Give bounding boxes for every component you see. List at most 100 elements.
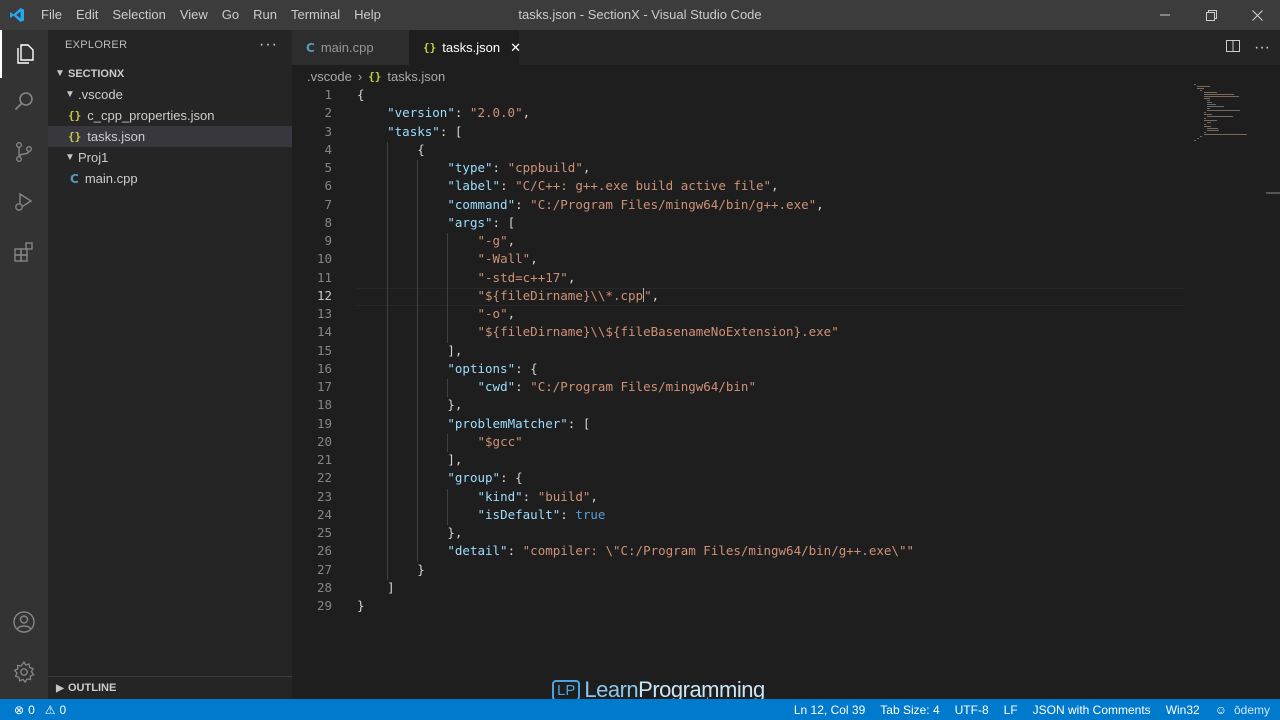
outline-section[interactable]: ▶ OUTLINE — [48, 676, 292, 699]
menu-edit[interactable]: Edit — [69, 0, 105, 30]
minimap-line — [1206, 104, 1216, 105]
code-line[interactable]: 19 "problemMatcher": [ — [292, 415, 1280, 434]
minimap-line — [1203, 132, 1206, 133]
error-icon: ⊗ — [14, 702, 25, 717]
tab-tasks-json[interactable]: {} tasks.json ✕ — [409, 30, 521, 65]
feedback-icon[interactable]: ☺ — [1215, 703, 1227, 717]
extensions-icon[interactable] — [0, 228, 48, 276]
settings-gear-icon[interactable] — [0, 648, 48, 696]
code-line[interactable]: 16 "options": { — [292, 360, 1280, 379]
code-line[interactable]: 22 "group": { — [292, 470, 1280, 489]
tree-folder-proj1[interactable]: ▼ Proj1 — [48, 147, 292, 168]
split-editor-icon[interactable] — [1226, 39, 1241, 56]
menu-terminal[interactable]: Terminal — [284, 0, 347, 30]
platform[interactable]: Win32 — [1166, 703, 1200, 717]
indent-guide — [417, 306, 419, 325]
menu-help[interactable]: Help — [347, 0, 388, 30]
close-window-button[interactable] — [1234, 0, 1280, 30]
close-tab-icon[interactable]: ✕ — [510, 40, 521, 56]
indent-guide — [417, 251, 419, 270]
code-line[interactable]: 7 "command": "C:/Program Files/mingw64/b… — [292, 196, 1280, 215]
code-line[interactable]: 5 "type": "cppbuild", — [292, 160, 1280, 179]
tree-folder-vscode[interactable]: ▼ .vscode — [48, 84, 292, 105]
minimap-line — [1206, 128, 1218, 129]
line-number: 11 — [316, 269, 332, 285]
code-line[interactable]: 14 "${fileDirname}\\${fileBasenameNoExte… — [292, 324, 1280, 343]
code-line[interactable]: 21 ], — [292, 452, 1280, 471]
code-line[interactable]: 17 "cwd": "C:/Program Files/mingw64/bin" — [292, 379, 1280, 398]
code-line[interactable]: 13 "-o", — [292, 306, 1280, 325]
code-line[interactable]: 10 "-Wall", — [292, 251, 1280, 270]
cursor-position[interactable]: Ln 12, Col 39 — [794, 703, 865, 717]
code-line[interactable]: 12 "${fileDirname}\\*.cpp", — [292, 287, 1280, 306]
json-file-icon: {} — [68, 130, 82, 143]
menu-run[interactable]: Run — [246, 0, 284, 30]
tree-file-main-cpp[interactable]: C main.cpp — [48, 168, 292, 189]
menu-selection[interactable]: Selection — [105, 0, 172, 30]
run-debug-icon[interactable] — [0, 178, 48, 226]
code-text: "args": [ — [447, 214, 516, 230]
explorer-sidebar: EXPLORER ··· ▼ SECTIONX ▼ .vscode {} c_c… — [48, 30, 292, 699]
minimap[interactable] — [1194, 84, 1266, 141]
code-line[interactable]: 28 ] — [292, 580, 1280, 598]
code-line[interactable]: 27 } — [292, 561, 1280, 580]
indent-guide — [387, 379, 389, 398]
code-line[interactable]: 2 "version": "2.0.0", — [292, 105, 1280, 123]
code-text: "tasks": [ — [387, 123, 463, 139]
language-mode[interactable]: JSON with Comments — [1033, 703, 1151, 717]
code-text: "problemMatcher": [ — [447, 415, 591, 431]
code-line[interactable]: 1{ — [292, 87, 1280, 105]
indent-guide — [447, 433, 449, 452]
code-line[interactable]: 25 }, — [292, 525, 1280, 544]
source-control-icon[interactable] — [0, 128, 48, 176]
code-line[interactable]: 20 "$gcc" — [292, 433, 1280, 452]
minimize-button[interactable] — [1142, 0, 1188, 30]
indent-guide — [447, 506, 449, 525]
code-text: "-g", — [477, 233, 516, 248]
code-line[interactable]: 23 "kind": "build", — [292, 488, 1280, 507]
code-line[interactable]: 9 "-g", — [292, 233, 1280, 252]
restore-button[interactable] — [1188, 0, 1234, 30]
code-line[interactable]: 4 { — [292, 141, 1280, 160]
explorer-files-icon[interactable] — [0, 30, 48, 78]
code-line[interactable]: 29} — [292, 598, 1280, 616]
tree-file-tasks-json[interactable]: {} tasks.json — [48, 126, 292, 147]
tab-size[interactable]: Tab Size: 4 — [880, 703, 939, 717]
indent-guide — [387, 141, 389, 160]
code-line[interactable]: 6 "label": "C/C++: g++.exe build active … — [292, 178, 1280, 197]
code-line[interactable]: 15 ], — [292, 342, 1280, 361]
breadcrumb-folder[interactable]: .vscode — [307, 69, 352, 84]
minimap-line — [1203, 120, 1217, 121]
menu-go[interactable]: Go — [215, 0, 246, 30]
code-line[interactable]: 3 "tasks": [ — [292, 124, 1280, 142]
code-text: "group": { — [447, 470, 523, 486]
minimap-line — [1206, 110, 1241, 111]
code-text: } — [417, 561, 425, 577]
more-actions-icon[interactable]: ··· — [1254, 39, 1270, 57]
code-editor[interactable]: 1{2 "version": "2.0.0", 3 "tasks": [4 {5 … — [292, 87, 1280, 616]
indent-guide — [447, 233, 449, 252]
tree-file-c-cpp-properties[interactable]: {} c_cpp_properties.json — [48, 105, 292, 126]
more-actions-icon[interactable]: ··· — [259, 30, 278, 60]
indent-guide — [417, 342, 419, 361]
code-line[interactable]: 18 }, — [292, 397, 1280, 416]
tab-label: tasks.json — [442, 40, 501, 55]
problems-indicator[interactable]: ⊗ 0 ⚠ 0 — [0, 703, 66, 717]
code-text: "-std=c++17", — [477, 269, 576, 285]
code-text: "version": "2.0.0", — [387, 105, 531, 121]
breadcrumb-file[interactable]: tasks.json — [387, 69, 445, 84]
menu-file[interactable]: File — [34, 0, 69, 30]
code-line[interactable]: 8 "args": [ — [292, 214, 1280, 233]
workspace-root[interactable]: ▼ SECTIONX — [48, 63, 292, 84]
indent-guide — [417, 196, 419, 215]
menu-view[interactable]: View — [173, 0, 215, 30]
tab-main-cpp[interactable]: C main.cpp — [292, 30, 409, 65]
end-of-line[interactable]: LF — [1004, 703, 1018, 717]
account-icon[interactable] — [0, 598, 48, 646]
code-line[interactable]: 11 "-std=c++17", — [292, 269, 1280, 288]
minimap-line — [1203, 112, 1206, 113]
encoding[interactable]: UTF-8 — [955, 703, 989, 717]
code-line[interactable]: 26 "detail": "compiler: \"C:/Program Fil… — [292, 543, 1280, 562]
code-line[interactable]: 24 "isDefault": true — [292, 506, 1280, 525]
search-icon[interactable] — [0, 78, 48, 126]
